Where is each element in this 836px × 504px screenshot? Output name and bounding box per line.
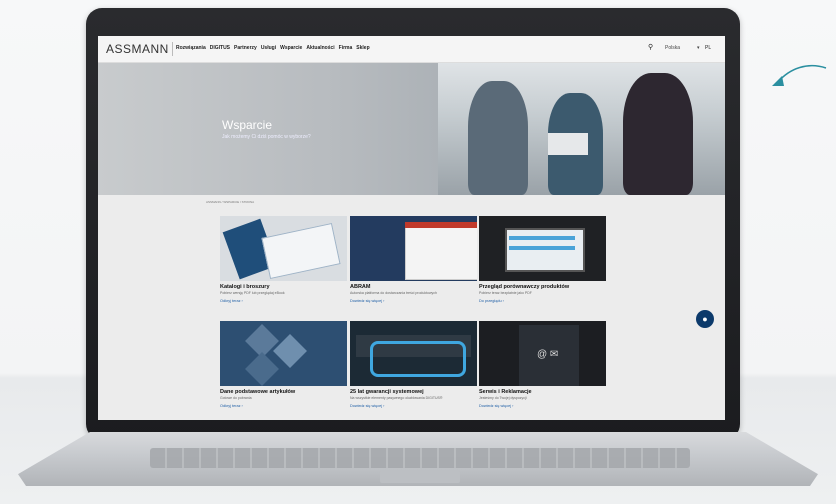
card-desc: Pobierz wersję PDF lub przeglądaj eBook: [220, 291, 285, 295]
card-desc: Jesteśmy do Twojej dyspozycji: [479, 396, 527, 400]
menu-rozwiazania[interactable]: Rozwiązania: [176, 45, 206, 51]
card-service[interactable]: @ ✉ Serwis i Reklamacje Jesteśmy do Twoj…: [479, 321, 606, 408]
card-image-abram: [350, 216, 477, 281]
card-image-master-data: [220, 321, 347, 386]
card-image-catalogs: [220, 216, 347, 281]
card-link[interactable]: Dowiedz się więcej ›: [479, 404, 606, 408]
laptop-keyboard: [150, 448, 690, 468]
hero-subtitle: Jak możemy Ci dziś pomóc w wyborze?: [222, 134, 311, 140]
language-switch[interactable]: PL: [705, 45, 711, 51]
card-comparison[interactable]: Przegląd porównawczy produktów Pobierz t…: [479, 216, 606, 303]
top-navigation: ASSMANN Rozwiązania DIGITUS Partnerzy Us…: [98, 36, 725, 63]
breadcrumb: ASSMANN / WSPARCIE / STRONA: [206, 200, 255, 204]
card-desc: Na wszystkie elementy pasywnego okablowa…: [350, 396, 443, 400]
logo-divider: [172, 42, 173, 56]
card-master-data[interactable]: Dane podstawowe artykułów Gotowe do pobr…: [220, 321, 347, 408]
hero-banner: Wsparcie Jak możemy Ci dziś pomóc w wybo…: [98, 63, 725, 195]
hero-photo-meeting: [438, 63, 725, 195]
card-title: Serwis i Reklamacje: [479, 389, 532, 395]
card-image-comparison: [479, 216, 606, 281]
laptop-trackpad: [380, 471, 460, 483]
card-warranty[interactable]: 25 lat gwarancji systemowej Na wszystkie…: [350, 321, 477, 408]
card-title: Przegląd porównawczy produktów: [479, 284, 570, 290]
card-desc: Pobierz teraz bezpłatnie jako PDF: [479, 291, 532, 295]
card-catalogs[interactable]: Katalogi i broszury Pobierz wersję PDF l…: [220, 216, 347, 303]
menu-aktualnosci[interactable]: Aktualności: [306, 45, 334, 51]
menu-uslugi[interactable]: Usługi: [261, 45, 276, 51]
card-link[interactable]: Odkryj teraz ›: [220, 404, 347, 408]
card-desc: Gotowe do pobrania: [220, 396, 252, 400]
menu-partnerzy[interactable]: Partnerzy: [234, 45, 257, 51]
card-link[interactable]: Odkryj teraz ›: [220, 299, 347, 303]
search-icon[interactable]: ⚲: [648, 43, 653, 51]
pointer-arrow-icon: [772, 64, 827, 86]
hero-title: Wsparcie: [222, 118, 273, 132]
chevron-down-icon: ▾: [697, 45, 700, 51]
card-link[interactable]: Dowiedz się więcej ›: [350, 299, 477, 303]
card-title: ABRAM: [350, 284, 371, 290]
card-link[interactable]: Dowiedz się więcej ›: [350, 404, 477, 408]
chat-icon[interactable]: ●: [696, 310, 714, 328]
card-link[interactable]: Do przeglądu ›: [479, 299, 606, 303]
menu-sklep[interactable]: Sklep: [356, 45, 369, 51]
country-select[interactable]: Polska ▾: [661, 43, 703, 53]
assmann-logo[interactable]: ASSMANN: [106, 42, 169, 56]
card-title: 25 lat gwarancji systemowej: [350, 389, 424, 395]
country-select-value: Polska: [665, 45, 681, 51]
main-menu: Rozwiązania DIGITUS Partnerzy Usługi Wsp…: [176, 45, 370, 51]
card-desc: Autorska platforma do dostarczania treśc…: [350, 291, 437, 295]
card-image-service: @ ✉: [479, 321, 606, 386]
card-title: Dane podstawowe artykułów: [220, 389, 296, 395]
menu-firma[interactable]: Firma: [339, 45, 353, 51]
card-title: Katalogi i broszury: [220, 284, 270, 290]
browser-screen: ASSMANN Rozwiązania DIGITUS Partnerzy Us…: [98, 36, 725, 420]
card-abram[interactable]: ABRAM Autorska platforma do dostarczania…: [350, 216, 477, 303]
card-image-warranty: [350, 321, 477, 386]
menu-wsparcie[interactable]: Wsparcie: [280, 45, 302, 51]
menu-digitus[interactable]: DIGITUS: [210, 45, 230, 51]
